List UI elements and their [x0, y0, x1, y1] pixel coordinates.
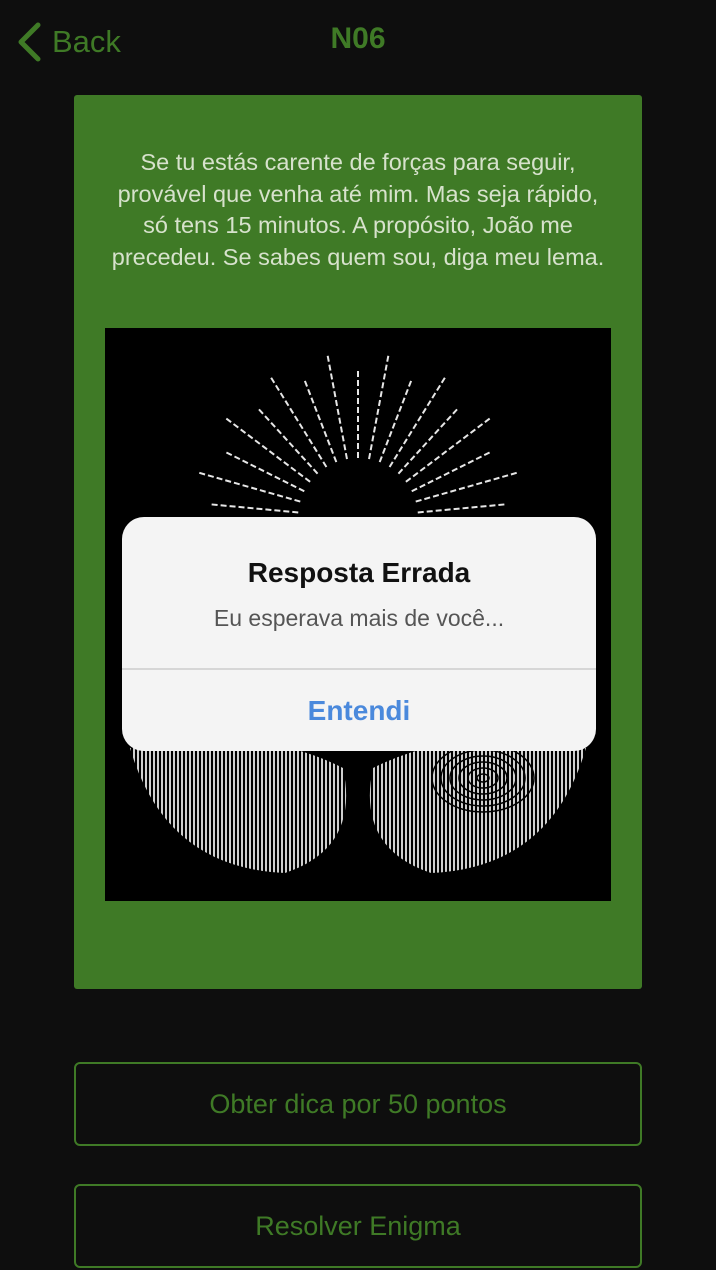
riddle-screen: Back N06 Se tu estás carente de forças p…: [0, 0, 716, 1270]
page-title: N06: [330, 22, 386, 55]
solve-riddle-button[interactable]: Resolver Enigma: [74, 1184, 642, 1268]
alert-message: Eu esperava mais de você...: [213, 605, 505, 631]
hint-button[interactable]: Obter dica por 50 pontos: [74, 1062, 642, 1146]
alert-confirm-button[interactable]: Entendi: [122, 670, 596, 751]
alert-title: Resposta Errada: [247, 557, 471, 588]
riddle-text: Se tu estás carente de forças para segui…: [111, 149, 605, 270]
wrong-answer-alert: Resposta Errada Eu esperava mais de você…: [122, 517, 596, 751]
